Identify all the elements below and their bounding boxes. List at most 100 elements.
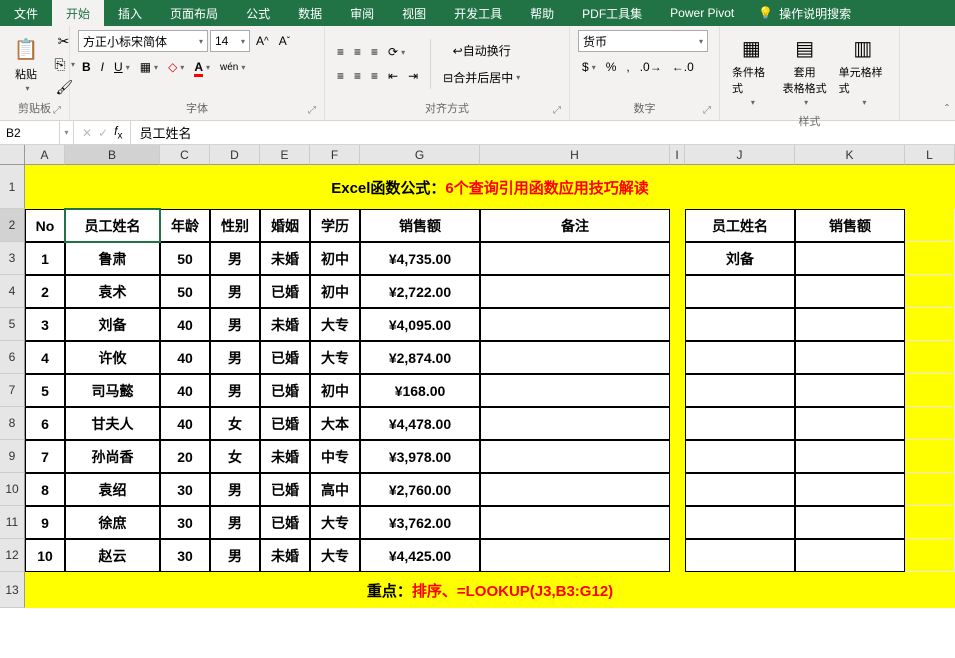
cell[interactable]: 未婚	[260, 440, 310, 473]
cell[interactable]: 销售额	[795, 209, 905, 242]
cell[interactable]: 大专	[310, 539, 360, 572]
row-header[interactable]: 7	[0, 374, 25, 407]
cell[interactable]	[480, 275, 670, 308]
col-header[interactable]: E	[260, 145, 310, 165]
cell[interactable]: 性别	[210, 209, 260, 242]
cell[interactable]	[685, 473, 795, 506]
cell[interactable]: 初中	[310, 242, 360, 275]
cell[interactable]: 男	[210, 275, 260, 308]
underline-button[interactable]: U▾	[110, 58, 134, 76]
footer-cell[interactable]: 重点：排序、=LOOKUP(J3,B3:G12)	[25, 572, 955, 608]
collapse-ribbon-button[interactable]: ˆ	[945, 102, 949, 116]
cell[interactable]	[480, 473, 670, 506]
col-header[interactable]: J	[685, 145, 795, 165]
cell-styles-button[interactable]: ▥单元格样式▾	[835, 30, 891, 111]
cell[interactable]	[480, 539, 670, 572]
row-header[interactable]: 12	[0, 539, 25, 572]
align-top-button[interactable]: ≡	[333, 43, 348, 61]
cell[interactable]: 30	[160, 473, 210, 506]
cell[interactable]	[795, 440, 905, 473]
cell[interactable]: 40	[160, 374, 210, 407]
cell[interactable]: 袁术	[65, 275, 160, 308]
col-header[interactable]: G	[360, 145, 480, 165]
increase-decimal-button[interactable]: .0→	[636, 58, 666, 76]
orientation-button[interactable]: ⟳▾	[384, 43, 409, 61]
cell[interactable]: 男	[210, 473, 260, 506]
tab-file[interactable]: 文件	[0, 0, 52, 26]
cell[interactable]: 7	[25, 440, 65, 473]
cell[interactable]: 已婚	[260, 374, 310, 407]
cell[interactable]: 袁绍	[65, 473, 160, 506]
cell[interactable]	[670, 440, 685, 473]
cell[interactable]: ¥3,762.00	[360, 506, 480, 539]
cell[interactable]	[905, 440, 955, 473]
number-launcher[interactable]: ⤢	[703, 105, 711, 116]
phonetic-button[interactable]: wén▾	[216, 60, 249, 75]
merge-center-button[interactable]: ⊟ 合并后居中▾	[439, 67, 524, 88]
cell[interactable]	[670, 374, 685, 407]
tab-home[interactable]: 开始	[52, 0, 104, 26]
col-header[interactable]: F	[310, 145, 360, 165]
tab-pivot[interactable]: Power Pivot	[656, 0, 748, 26]
cell[interactable]	[795, 506, 905, 539]
number-format-combo[interactable]: 货币▾	[578, 30, 708, 52]
cell[interactable]: 大专	[310, 341, 360, 374]
cell[interactable]: ¥2,760.00	[360, 473, 480, 506]
cell[interactable]: 50	[160, 242, 210, 275]
cell[interactable]: 女	[210, 440, 260, 473]
align-bottom-button[interactable]: ≡	[367, 43, 382, 61]
cell[interactable]: 40	[160, 341, 210, 374]
col-header[interactable]: A	[25, 145, 65, 165]
cell[interactable]: 30	[160, 539, 210, 572]
cell[interactable]: 已婚	[260, 473, 310, 506]
cell[interactable]: 鲁肃	[65, 242, 160, 275]
spreadsheet-grid[interactable]: A B C D E F G H I J K L 1 Excel函数公式：6个查询…	[0, 145, 955, 608]
cell[interactable]: 3	[25, 308, 65, 341]
cell[interactable]: 已婚	[260, 407, 310, 440]
cell[interactable]: 男	[210, 242, 260, 275]
cell[interactable]	[685, 506, 795, 539]
cell[interactable]	[670, 506, 685, 539]
tab-data[interactable]: 数据	[284, 0, 336, 26]
cell[interactable]: ¥4,478.00	[360, 407, 480, 440]
fill-color-button[interactable]: ◇▾	[164, 58, 188, 76]
align-middle-button[interactable]: ≡	[350, 43, 365, 61]
cell[interactable]: 男	[210, 341, 260, 374]
name-box[interactable]: B2	[0, 121, 60, 144]
cell[interactable]	[795, 539, 905, 572]
cell[interactable]	[480, 440, 670, 473]
cell[interactable]	[670, 473, 685, 506]
tell-me-search[interactable]: 💡 操作说明搜索	[758, 0, 851, 26]
align-launcher[interactable]: ⤢	[553, 105, 561, 116]
tab-view[interactable]: 视图	[388, 0, 440, 26]
cell[interactable]: 10	[25, 539, 65, 572]
wrap-text-button[interactable]: ↩ 自动换行	[439, 40, 524, 61]
cell[interactable]	[905, 539, 955, 572]
cell[interactable]	[795, 242, 905, 275]
confirm-formula-button[interactable]: ✓	[98, 126, 108, 140]
cell[interactable]	[670, 209, 685, 242]
cell[interactable]: 赵云	[65, 539, 160, 572]
col-header[interactable]: I	[670, 145, 685, 165]
cell[interactable]	[905, 341, 955, 374]
row-header[interactable]: 13	[0, 572, 25, 608]
percent-format-button[interactable]: %	[602, 58, 621, 76]
cell[interactable]: ¥168.00	[360, 374, 480, 407]
cell[interactable]: 司马懿	[65, 374, 160, 407]
row-header[interactable]: 11	[0, 506, 25, 539]
tab-pdf[interactable]: PDF工具集	[568, 0, 656, 26]
cell[interactable]: 男	[210, 374, 260, 407]
cell[interactable]	[480, 407, 670, 440]
font-size-combo[interactable]: 14▾	[210, 30, 250, 52]
tab-review[interactable]: 审阅	[336, 0, 388, 26]
italic-button[interactable]: I	[97, 58, 108, 76]
cell[interactable]	[685, 374, 795, 407]
cell[interactable]: ¥2,874.00	[360, 341, 480, 374]
cell[interactable]	[795, 473, 905, 506]
cell[interactable]	[905, 209, 955, 242]
cell[interactable]	[795, 275, 905, 308]
tab-formulas[interactable]: 公式	[232, 0, 284, 26]
cell[interactable]	[685, 539, 795, 572]
align-right-button[interactable]: ≡	[367, 67, 382, 85]
cell[interactable]: 大专	[310, 308, 360, 341]
